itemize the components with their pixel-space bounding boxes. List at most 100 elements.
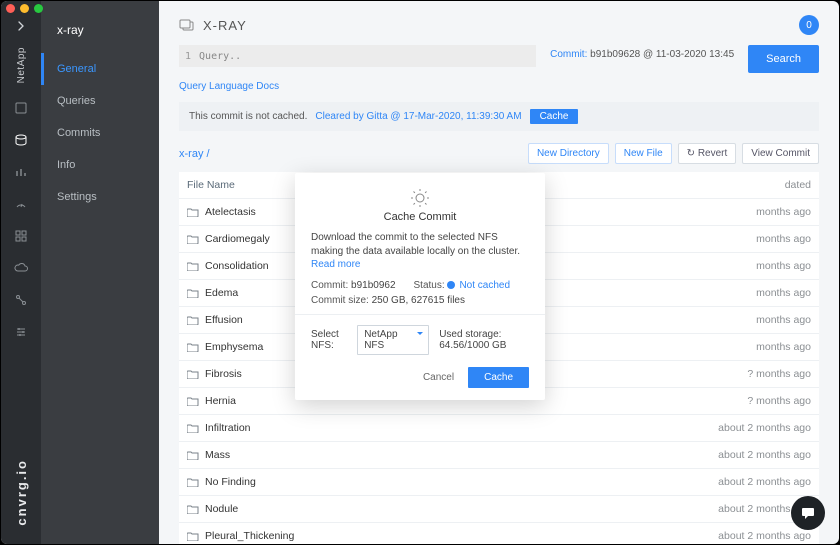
table-row[interactable]: Infiltrationabout 2 months ago: [179, 415, 819, 442]
file-name: Fibrosis: [205, 368, 242, 380]
revert-button[interactable]: ↻ Revert: [678, 143, 737, 164]
sliders-icon[interactable]: [14, 325, 28, 339]
cancel-button[interactable]: Cancel: [423, 372, 454, 383]
cache-banner: This commit is not cached. Cleared by Gi…: [179, 102, 819, 131]
file-dated: about 2 months ago: [691, 476, 811, 488]
status-dot-icon: [447, 281, 455, 289]
file-name: No Finding: [205, 476, 256, 488]
modal-commit-label: Commit:: [311, 280, 348, 291]
file-name: Emphysema: [205, 341, 263, 353]
overview-icon[interactable]: [14, 101, 28, 115]
select-nfs-row: Select NFS: NetApp NFS Used storage: 64.…: [311, 325, 529, 355]
search-button[interactable]: Search: [748, 45, 819, 73]
file-name: Atelectasis: [205, 206, 256, 218]
sidebar-item-commits[interactable]: Commits: [41, 117, 159, 149]
file-dated: about 2 months ago: [691, 530, 811, 542]
database-icon[interactable]: [14, 133, 28, 147]
used-storage-label: Used storage:: [439, 329, 501, 340]
query-placeholder: Query..: [199, 51, 241, 62]
minimize-dot[interactable]: [20, 4, 29, 13]
query-row: 1 Query.. Commit: b91b09628 @ 11-03-2020…: [179, 45, 819, 73]
read-more-link[interactable]: Read more: [311, 259, 360, 270]
file-dated: months ago: [691, 287, 811, 299]
sidebar-item-queries[interactable]: Queries: [41, 85, 159, 117]
folder-icon: [187, 315, 199, 325]
icon-rail: NetApp cnvrg.io: [1, 1, 41, 544]
chart-icon[interactable]: [14, 165, 28, 179]
app-window: NetApp cnvrg.io x-ray General Que: [1, 1, 839, 544]
modal-footer: Cancel Cache: [311, 367, 529, 388]
breadcrumb[interactable]: x-ray /: [179, 148, 210, 160]
commit-value: b91b09628 @ 11-03-2020 13:45: [590, 49, 734, 60]
query-language-docs-link[interactable]: Query Language Docs: [179, 81, 819, 92]
modal-commit-value: b91b0962: [351, 280, 396, 291]
notification-badge[interactable]: 0: [799, 15, 819, 35]
rail-vertical-label: NetApp: [16, 47, 27, 83]
cache-button[interactable]: Cache: [468, 367, 529, 388]
new-file-button[interactable]: New File: [615, 143, 672, 164]
file-name: Consolidation: [205, 260, 269, 272]
sidebar-title: x-ray: [41, 19, 159, 53]
banner-cache-button[interactable]: Cache: [530, 109, 579, 124]
sidebar-item-general[interactable]: General: [41, 53, 159, 85]
modal-size-label: Commit size:: [311, 295, 369, 306]
close-dot[interactable]: [6, 4, 15, 13]
modal-description: Download the commit to the selected NFS …: [311, 231, 529, 272]
folder-icon: [187, 450, 199, 460]
path-row: x-ray / New Directory New File ↻ Revert …: [179, 143, 819, 164]
folder-icon: [187, 288, 199, 298]
chat-launcher[interactable]: [791, 496, 825, 530]
sidebar-item-info[interactable]: Info: [41, 149, 159, 181]
maximize-dot[interactable]: [34, 4, 43, 13]
folder-icon: [187, 234, 199, 244]
file-dated: about 2 months ago: [691, 422, 811, 434]
nfs-select[interactable]: NetApp NFS: [357, 325, 429, 355]
file-name: Nodule: [205, 503, 238, 515]
folder-icon: [187, 261, 199, 271]
page-title: X-RAY: [203, 18, 247, 33]
modal-status-value: Not cached: [459, 280, 510, 291]
folder-icon: [187, 504, 199, 514]
file-dated: ? months ago: [691, 395, 811, 407]
flow-icon[interactable]: [14, 293, 28, 307]
file-name: Edema: [205, 287, 238, 299]
col-dated[interactable]: dated: [691, 179, 811, 191]
table-row[interactable]: Pleural_Thickeningabout 2 months ago: [179, 523, 819, 544]
view-commit-label: View Commit: [751, 148, 810, 159]
modal-size-value: 250 GB, 627615 files: [372, 295, 465, 306]
window-traffic-lights: [6, 4, 43, 13]
header: X-RAY 0: [159, 1, 839, 45]
query-line-number: 1: [185, 51, 191, 62]
gear-icon: [311, 187, 529, 209]
file-toolbar: New Directory New File ↻ Revert View Com…: [528, 143, 819, 164]
revert-label: Revert: [698, 148, 727, 159]
sidebar-item-settings[interactable]: Settings: [41, 181, 159, 213]
folder-icon: [187, 423, 199, 433]
modal-commit-row: Commit: b91b0962 Status: Not cached: [311, 280, 529, 291]
view-commit-button[interactable]: View Commit: [742, 143, 819, 164]
chevron-right-icon[interactable]: [14, 19, 28, 33]
sidebar-item-label: General: [57, 63, 96, 75]
sidebar: x-ray General Queries Commits Info Setti…: [41, 1, 159, 544]
folder-icon: [187, 207, 199, 217]
banner-cleared-link[interactable]: Cleared by Gitta @ 17-Mar-2020, 11:39:30…: [315, 111, 521, 122]
brand-label: cnvrg.io: [14, 459, 29, 526]
gauge-icon[interactable]: [14, 197, 28, 211]
grid-icon[interactable]: [14, 229, 28, 243]
modal-title: Cache Commit: [311, 211, 529, 223]
header-icon: [179, 19, 195, 31]
folder-icon: [187, 369, 199, 379]
table-row[interactable]: Noduleabout 2 months ago: [179, 496, 819, 523]
file-name: Cardiomegaly: [205, 233, 270, 245]
table-row[interactable]: No Finding about 2 months ago: [179, 469, 819, 496]
cache-commit-modal: Cache Commit Download the commit to the …: [295, 173, 545, 400]
select-nfs-label: Select NFS:: [311, 329, 347, 351]
sidebar-item-label: Info: [57, 159, 75, 171]
file-dated: months ago: [691, 260, 811, 272]
query-input[interactable]: 1 Query..: [179, 45, 536, 67]
folder-icon: [187, 396, 199, 406]
commit-label: Commit:: [550, 49, 587, 60]
cloud-icon[interactable]: [14, 261, 28, 275]
new-directory-button[interactable]: New Directory: [528, 143, 609, 164]
table-row[interactable]: Massabout 2 months ago: [179, 442, 819, 469]
